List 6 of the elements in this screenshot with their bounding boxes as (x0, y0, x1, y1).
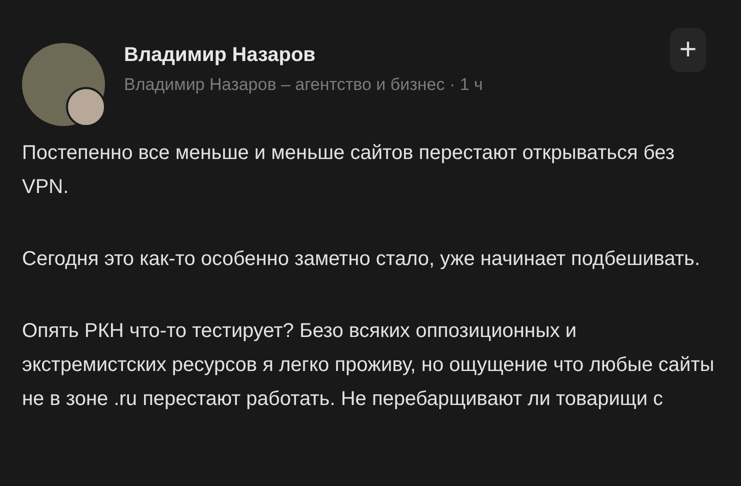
add-button[interactable]: + (670, 28, 706, 72)
post-source: Владимир Назаров – агентство и бизнес · 1 ч (124, 75, 484, 95)
post-paragraph: Постепенно все меньше и меньше сайтов перестают открываться без VPN. (22, 141, 676, 200)
post-paragraph: Опять РКН что-то тестирует? Безо всяких оппозиционных и экстремистских ресурсов я легко проживу, но ощущение что любые сайты не в зоне .ru перестают работать. Не перебарщивают ли товарищи с (22, 319, 716, 412)
post-paragraph: Сегодня это как-то особенно заметно стало, уже начинает подбешивать. (22, 247, 702, 272)
author-name[interactable]: Владимир Назаров (124, 44, 670, 67)
